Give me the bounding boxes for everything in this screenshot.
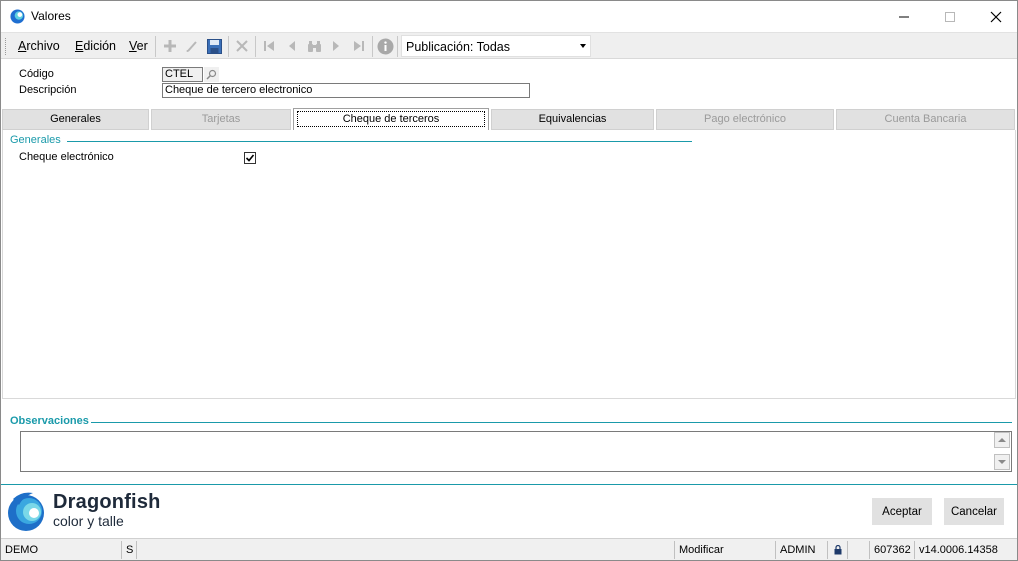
save-icon [206,38,222,54]
toolbar-separator [255,36,256,57]
status-code: 607362 [870,541,915,559]
arrow-up-icon [998,438,1006,442]
toolbar-grip[interactable] [5,38,8,55]
status-empty [848,541,870,559]
codigo-input[interactable]: CTEL [162,67,203,82]
menu-ver-rest: er [136,39,148,53]
delete-icon [236,40,248,52]
tab-label: Pago electrónico [704,113,786,125]
save-button[interactable] [205,37,223,55]
tab-cuenta-bancaria[interactable]: Cuenta Bancaria [836,109,1015,130]
next-record-button[interactable] [327,37,345,55]
status-flag: S [122,541,137,559]
close-button[interactable] [973,1,1018,32]
minimize-icon [899,16,909,17]
menu-ver-accel: V [129,39,137,53]
publicacion-select[interactable]: Publicación: Todas [401,35,591,57]
publicacion-value: Publicación: Todas [406,40,511,54]
toolbar: Archivo Edición Ver Publicación: Todas [1,32,1017,59]
menu-edicion[interactable]: Edición [75,39,116,53]
observaciones-divider [91,422,1012,423]
previous-record-icon [289,41,295,51]
cancelar-button[interactable]: Cancelar [944,498,1004,525]
last-record-button[interactable] [350,37,368,55]
maximize-button[interactable] [927,1,973,32]
arrow-down-icon [998,460,1006,464]
descripcion-label: Descripción [19,84,77,96]
title-bar: Valores [1,1,1017,32]
first-record-button[interactable] [260,37,278,55]
delete-button[interactable] [233,37,251,55]
last-record-icon [354,41,364,51]
descripcion-input[interactable]: Cheque de tercero electronico [162,83,530,98]
first-record-icon [264,41,274,51]
status-mode: Modificar [675,541,776,559]
edit-button[interactable] [183,37,201,55]
find-button[interactable] [305,37,323,55]
lock-icon [834,544,842,555]
next-record-icon [333,41,339,51]
find-icon [307,40,321,52]
menu-archivo-rest: rchivo [26,39,60,53]
cheque-electronico-label: Cheque electrónico [19,151,114,163]
tab-label: Generales [50,113,101,125]
add-button[interactable] [161,37,179,55]
tab-generales[interactable]: Generales [2,109,149,130]
app-logo-icon [10,9,25,24]
add-icon [164,40,176,52]
group-title-generales: Generales [10,134,61,146]
status-version: v14.0006.14358 [919,544,998,556]
tab-cheque-de-terceros[interactable]: Cheque de terceros [293,108,489,131]
menu-edicion-rest: dición [83,39,117,53]
menu-archivo[interactable]: Archivo [18,39,60,53]
menu-ver[interactable]: Ver [129,39,148,53]
tab-pago-electronico[interactable]: Pago electrónico [656,109,834,130]
status-user: ADMIN [776,541,828,559]
footer-divider [1,484,1017,485]
codigo-search-button[interactable] [204,67,219,82]
status-message [137,541,675,559]
maximize-icon [945,11,955,22]
search-icon [206,69,217,80]
brand-subtitle: color y talle [53,513,124,529]
toolbar-separator [155,36,156,57]
toolbar-separator [228,36,229,57]
tab-bar: Generales Tarjetas Cheque de terceros Eq… [1,108,1017,131]
close-icon [990,11,1002,22]
observaciones-title: Observaciones [10,415,89,427]
brand-name: Dragonfish [53,491,161,513]
group-divider [67,141,692,142]
tab-equivalencias[interactable]: Equivalencias [491,109,654,130]
cheque-electronico-checkbox[interactable] [244,152,256,164]
toolbar-separator [372,36,373,57]
tab-tarjetas[interactable]: Tarjetas [151,109,291,130]
tab-panel [2,130,1016,399]
previous-record-button[interactable] [283,37,301,55]
minimize-button[interactable] [881,1,927,32]
observaciones-textarea[interactable] [20,431,1012,472]
chevron-down-icon [580,44,586,48]
checkmark-icon [245,154,255,162]
tab-label: Equivalencias [538,113,607,125]
scroll-up-button[interactable] [994,432,1010,448]
tab-label: Cuenta Bancaria [884,113,967,125]
toolbar-separator [397,36,398,57]
status-database: DEMO [1,541,122,559]
codigo-label: Código [19,68,54,80]
info-button[interactable] [376,37,394,55]
status-bar: DEMO S Modificar ADMIN 607362 v14.0006.1… [1,538,1017,560]
info-icon [377,38,393,54]
aceptar-button[interactable]: Aceptar [872,498,932,525]
dragonfish-logo-icon [8,492,44,531]
main-window: Valores Archivo Edición Ver Publicación:… [0,0,1018,561]
scroll-down-button[interactable] [994,454,1010,470]
window-title: Valores [31,9,71,23]
tab-label: Cheque de terceros [342,113,440,125]
aceptar-label: Aceptar [882,505,922,518]
edit-icon [186,41,197,52]
status-lock [828,541,848,559]
tab-focus-box: Cheque de terceros [297,111,485,127]
tab-label: Tarjetas [201,113,241,125]
cancelar-label: Cancelar [950,505,998,518]
